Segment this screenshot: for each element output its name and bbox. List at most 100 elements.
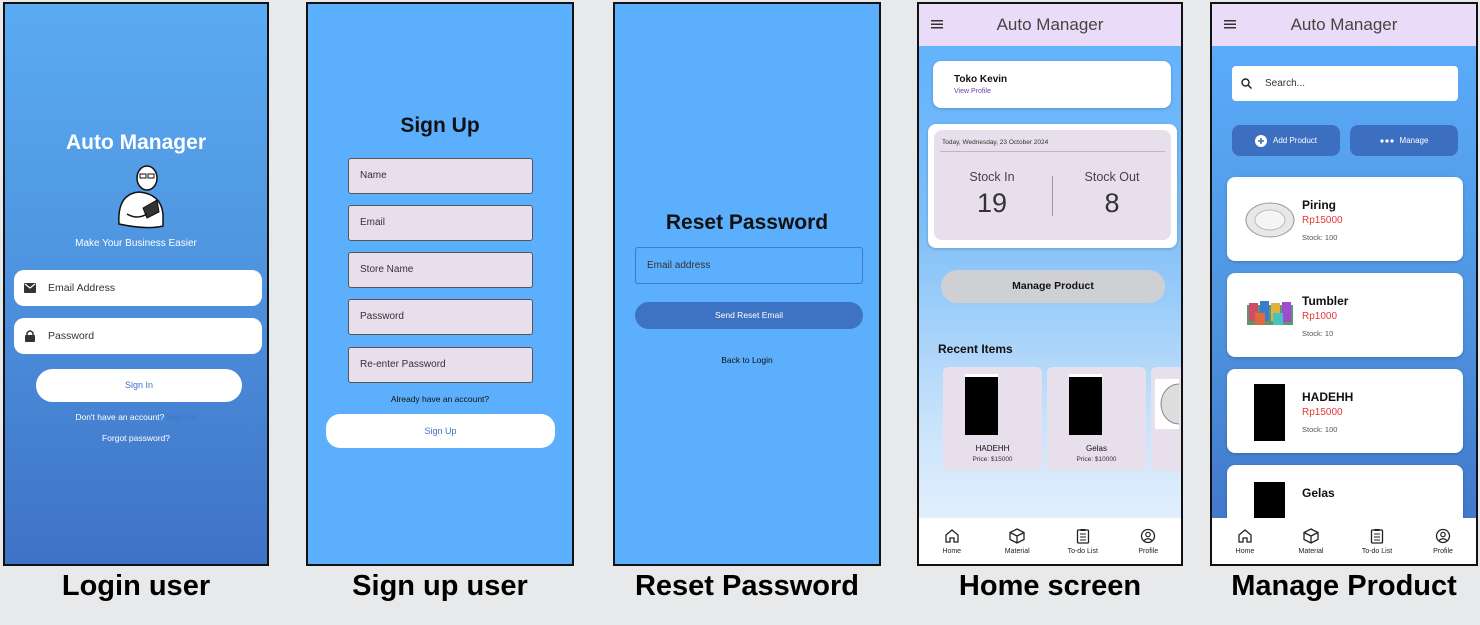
caption-login: Login user [61,570,211,602]
have-account-link[interactable]: Already have an account? [308,394,572,404]
home-icon [945,528,959,543]
nav-material[interactable]: Material [987,527,1047,555]
caption-home: Home screen [958,570,1142,602]
box-icon [1009,527,1025,544]
forgot-password-link[interactable]: Forgot password? [5,433,267,443]
home-screen: Auto Manager Toko Kevin View Profile Tod… [917,2,1183,566]
product-image [965,374,998,435]
product-stock: Stock: 10 [1302,329,1334,338]
reset-title: Reset Password [665,211,829,234]
password-field[interactable]: Password [348,299,533,335]
signup-screen: Sign Up Name Email Store Name Password R… [306,2,574,566]
product-name: Gelas [1302,486,1335,500]
back-to-login-link[interactable]: Back to Login [615,355,879,365]
signup-button[interactable]: Sign Up [326,414,555,448]
caption-signup: Sign up user [352,570,528,602]
product-name: HADEHH [1302,390,1354,404]
nav-todo-label: To-do List [1067,547,1098,555]
caption-reset: Reset Password [634,570,860,602]
add-product-button[interactable]: Add Product [1232,125,1340,156]
login-title: Auto Manager [65,131,206,154]
manage-product-button[interactable]: Manage Product [941,270,1165,303]
bottom-nav: Home Material To-do List Profile [1212,518,1476,564]
nav-home[interactable]: Home [922,528,982,555]
product-price: Rp15000 [1302,407,1343,418]
manage-button[interactable]: Manage [1350,125,1458,156]
search-input[interactable]: Search... [1232,66,1458,101]
nav-todo[interactable]: To-do List [1347,528,1407,555]
nav-todo[interactable]: To-do List [1053,528,1113,555]
stock-out-value: 8 [1104,188,1120,218]
email-field[interactable]: Email [348,205,533,241]
nav-material-label: Material [1004,547,1030,555]
reading-person-illustration [118,165,164,229]
view-profile-link[interactable]: View Profile [954,88,991,95]
recent-items-title: Recent Items [938,342,1013,356]
email-field[interactable]: Email address [635,247,863,284]
nav-profile-label: Profile [1433,547,1453,555]
plate-image [1155,379,1179,429]
profile-icon [1435,528,1451,543]
app-title: Auto Manager [1290,15,1398,34]
product-image [1254,381,1285,441]
product-card[interactable]: Piring Rp15000 Stock: 100 [1227,177,1463,261]
nav-profile-label: Profile [1138,547,1159,555]
recent-item-name: HADEHH [975,444,1010,453]
search-icon [1241,78,1252,89]
box-icon [1303,527,1319,544]
nav-material[interactable]: Material [1281,527,1341,555]
nav-profile[interactable]: Profile [1413,528,1473,555]
app-title: Auto Manager [996,15,1104,34]
recent-item-price: Price: $15000 [972,456,1013,463]
nav-material-label: Material [1298,547,1324,555]
recent-item-card-partial[interactable] [1151,367,1181,471]
add-product-label: Add Product [1272,136,1318,145]
product-stock: Stock: 100 [1302,425,1338,434]
recent-item-name: Gelas [1086,444,1107,453]
mail-icon [24,282,36,294]
store-name-field[interactable]: Store Name [348,252,533,288]
send-reset-button[interactable]: Send Reset Email [635,302,863,329]
signup-title: Sign Up [400,114,480,137]
profile-icon [1141,528,1156,543]
product-card[interactable]: Tumbler Rp1000 Stock: 10 [1227,273,1463,357]
reenter-password-field[interactable]: Re-enter Password [348,347,533,383]
today-date: Today, Wednesday, 23 October 2024 [942,139,1049,146]
app-bar: Auto Manager [919,4,1181,46]
stock-out-label: Stock Out [1084,170,1140,184]
stock-card: Today, Wednesday, 23 October 2024 Stock … [928,124,1177,248]
signup-link[interactable]: Sign Up [166,412,196,422]
profile-card[interactable]: Toko Kevin View Profile [933,61,1171,108]
email-field[interactable]: Email Address [14,270,262,306]
nav-home-label: Home [942,547,962,555]
recent-item-card[interactable]: HADEHH Price: $15000 [943,367,1042,471]
product-name: Tumbler [1302,294,1349,308]
product-stock: Stock: 100 [1302,233,1338,242]
manage-product-screen: Auto Manager Search... Add Product Manag… [1210,2,1478,566]
nav-profile[interactable]: Profile [1118,528,1178,555]
more-dots-icon [1379,138,1394,143]
signin-button[interactable]: Sign In [36,369,242,402]
stock-in-label: Stock In [969,170,1015,184]
product-name: Piring [1302,198,1337,212]
nav-home[interactable]: Home [1215,528,1275,555]
stock-in-value: 19 [976,188,1008,218]
password-placeholder: Password [48,330,95,342]
email-placeholder: Email Address [48,282,116,294]
manage-label: Manage [1399,136,1429,145]
login-screen: Auto Manager Make Your Business Easier E… [3,2,269,566]
app-bar: Auto Manager [1212,4,1476,46]
product-card[interactable]: HADEHH Rp15000 Stock: 100 [1227,369,1463,453]
recent-item-card[interactable]: Gelas Price: $10000 [1047,367,1146,471]
password-field[interactable]: Password [14,318,262,354]
caption-manage: Manage Product [1231,570,1457,602]
lock-icon [24,330,36,342]
product-price: Rp1000 [1302,311,1338,322]
nav-todo-label: To-do List [1361,547,1393,555]
signup-prompt: Don't have an account? Sign Up [5,412,267,422]
name-field[interactable]: Name [348,158,533,194]
tumbler-image [1247,301,1293,325]
product-price: Rp15000 [1302,215,1343,226]
recent-item-price: Price: $10000 [1076,456,1117,463]
store-name: Toko Kevin [954,74,1008,85]
